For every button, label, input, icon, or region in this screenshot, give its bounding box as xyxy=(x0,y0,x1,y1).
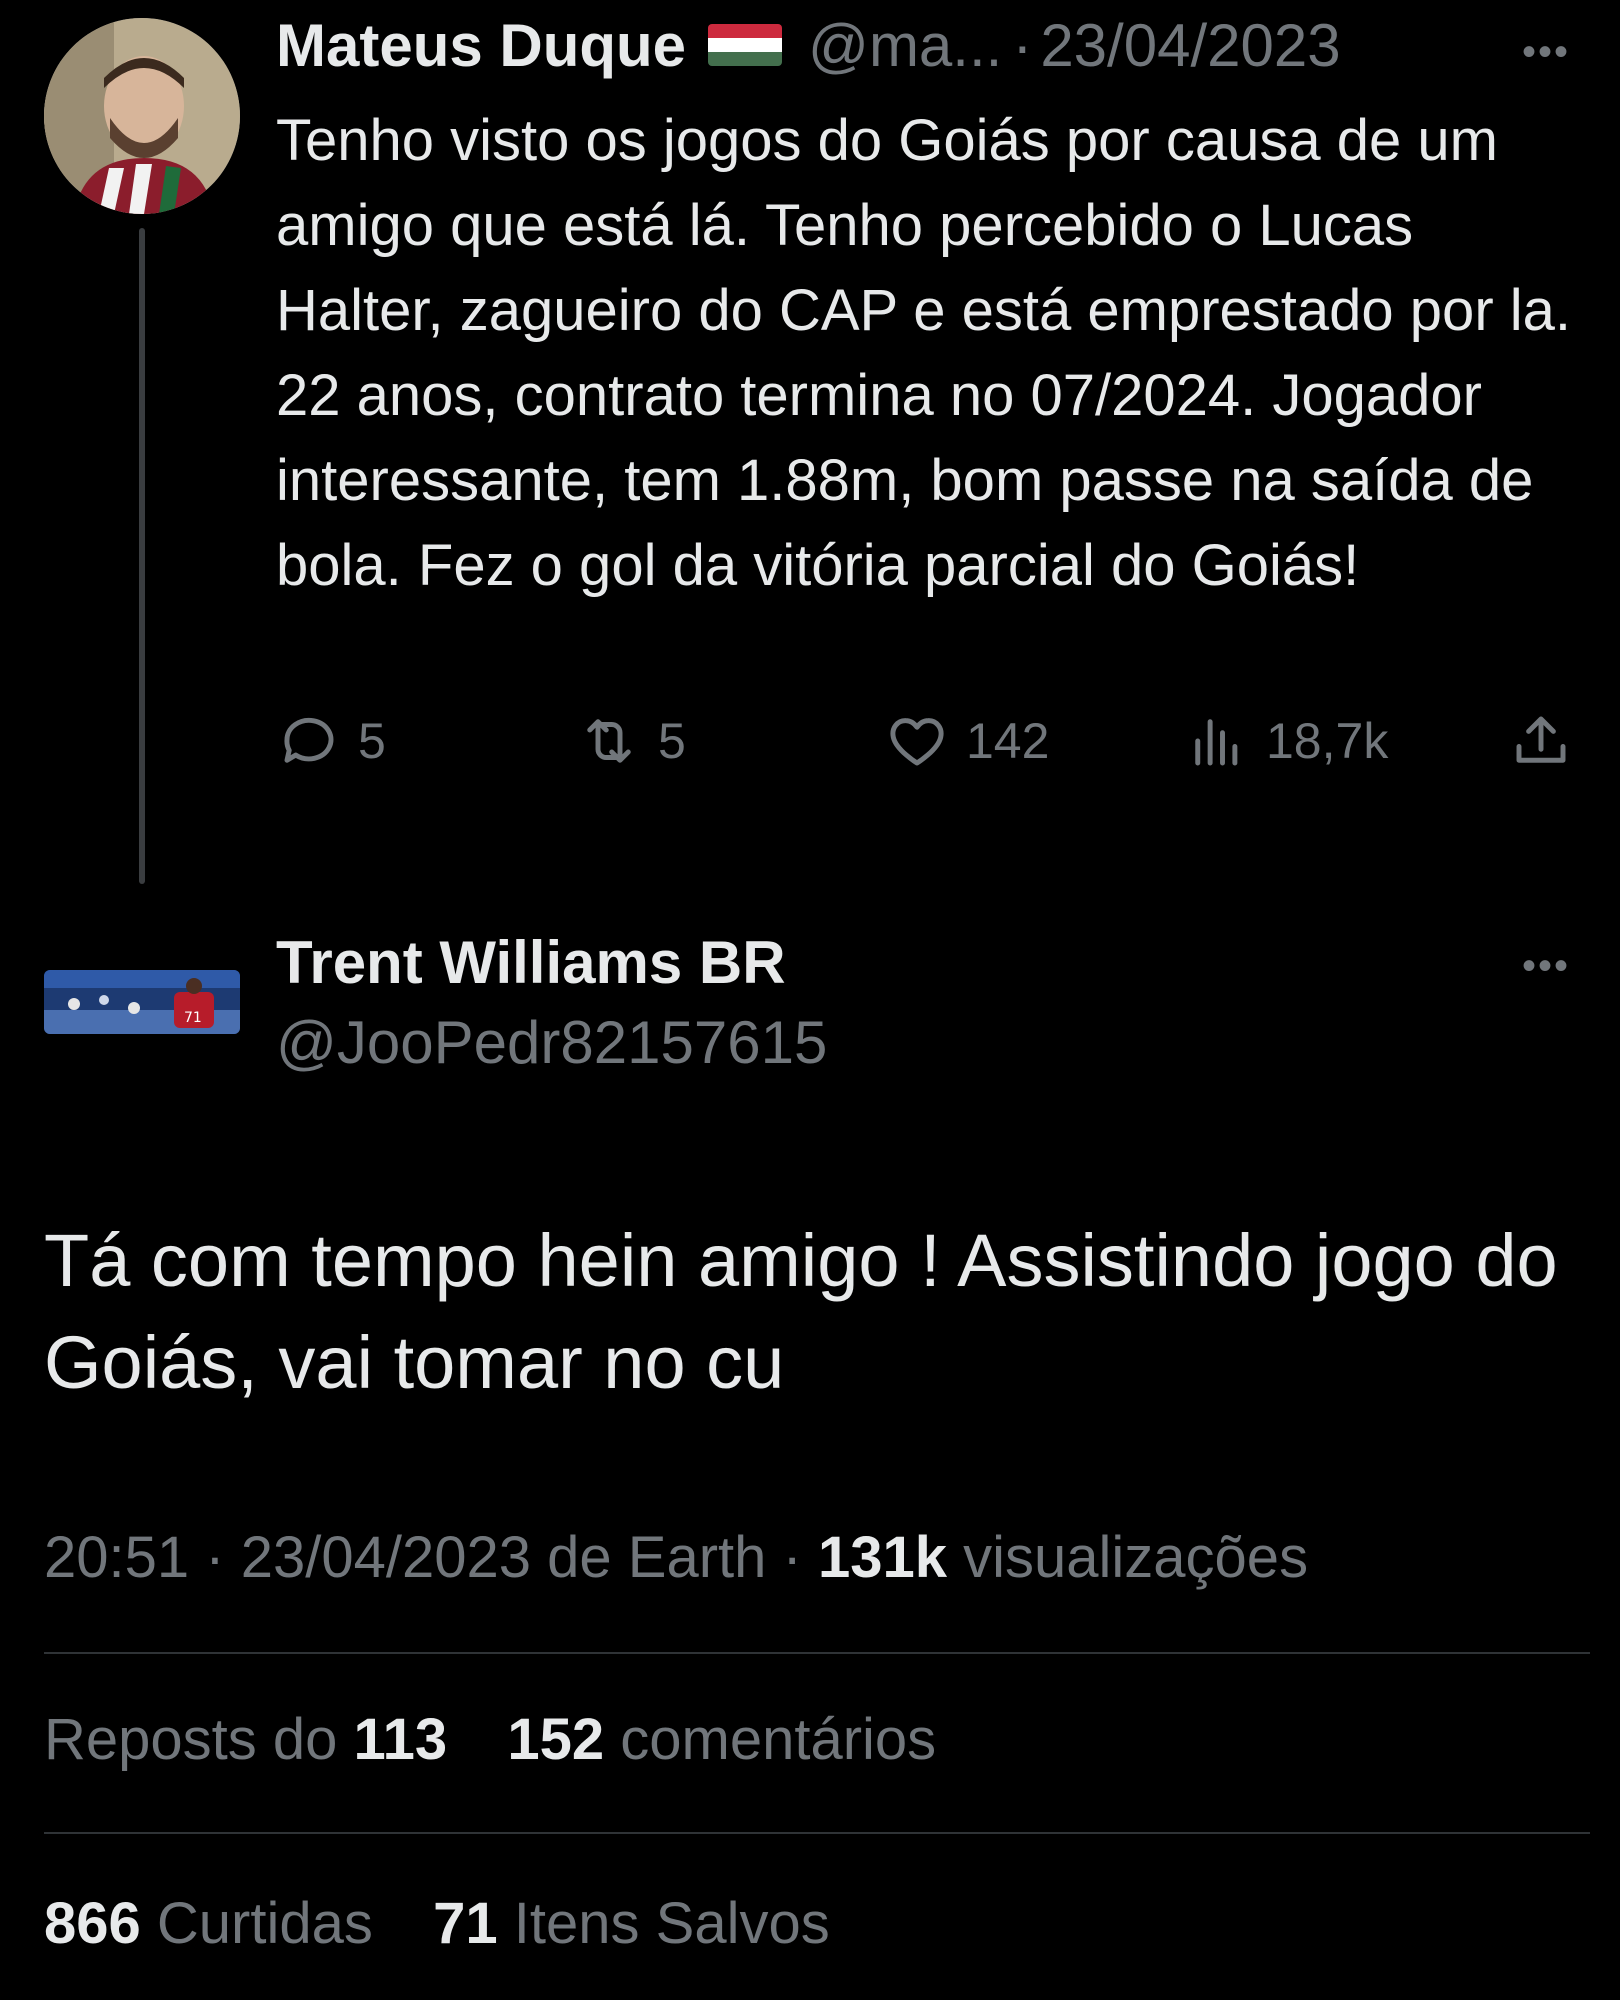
avatar-trent-williams[interactable]: 71 xyxy=(44,970,240,1034)
reply-button[interactable]: 5 xyxy=(276,708,386,774)
tweet-metadata: 20:51 · 23/04/2023 de Earth · 131k visua… xyxy=(44,1524,1308,1591)
views-count: 18,7k xyxy=(1266,713,1389,769)
more-options-icon[interactable]: ••• xyxy=(1522,944,1570,989)
views-button[interactable]: 18,7k xyxy=(1184,708,1388,774)
hungary-flag-icon xyxy=(708,24,783,66)
likes-count: 866 xyxy=(44,1891,141,1956)
divider xyxy=(44,1832,1590,1834)
more-options-icon[interactable]: ••• xyxy=(1522,30,1570,75)
reposts-comments-row: Reposts do 113 152 comentários xyxy=(44,1706,936,1773)
quotes-link[interactable]: Reposts do 113 xyxy=(44,1707,463,1772)
tweet-date[interactable]: 23/04/2023 xyxy=(1040,11,1340,80)
reposts-label: Reposts do xyxy=(44,1707,338,1772)
comments-count: 152 xyxy=(507,1707,605,1772)
parent-tweet-text: Tenho visto os jogos do Goiás por causa … xyxy=(276,108,1572,598)
parent-tweet-header: Mateus Duque @ma... · 23/04/2023 xyxy=(276,10,1341,80)
comments-link[interactable]: 152 comentários xyxy=(507,1707,936,1772)
views-chart-icon xyxy=(1195,719,1238,766)
tweet-date-source[interactable]: 23/04/2023 de Earth xyxy=(241,1525,767,1590)
bookmarks-link[interactable]: 71 Itens Salvos xyxy=(433,1891,830,1956)
reply-icon xyxy=(284,717,334,763)
reply-author-handle[interactable]: @JooPedr82157615 xyxy=(276,1008,827,1077)
divider xyxy=(44,1652,1590,1654)
likes-label: Curtidas xyxy=(156,1891,373,1956)
thread-connector-line xyxy=(139,228,145,884)
reply-tweet-text: Tá com tempo hein amigo ! Assistindo jog… xyxy=(44,1219,1558,1404)
saves-label: Itens Salvos xyxy=(513,1891,830,1956)
repost-count: 5 xyxy=(658,713,686,769)
saves-count: 71 xyxy=(433,1891,498,1956)
author-handle[interactable]: @ma... xyxy=(808,11,1002,80)
heart-icon xyxy=(890,718,944,766)
svg-text:71: 71 xyxy=(184,1010,202,1026)
reply-count: 5 xyxy=(358,713,386,769)
likes-saves-row: 866 Curtidas 71 Itens Salvos xyxy=(44,1890,830,1957)
like-count: 142 xyxy=(966,713,1050,769)
share-icon xyxy=(1516,716,1566,763)
like-button[interactable]: 142 xyxy=(884,708,1049,774)
share-button[interactable] xyxy=(1508,708,1590,774)
separator-dot: · xyxy=(782,1525,802,1590)
views-label: visualizações xyxy=(963,1525,1309,1590)
separator-dot: · xyxy=(205,1525,225,1590)
views-count: 131k xyxy=(817,1525,947,1590)
reply-author-name[interactable]: Trent Williams BR xyxy=(276,928,786,997)
author-name[interactable]: Mateus Duque xyxy=(276,11,686,80)
repost-button[interactable]: 5 xyxy=(576,708,686,774)
avatar-mateus-duque[interactable] xyxy=(44,18,240,214)
comments-label: comentários xyxy=(620,1707,937,1772)
likes-link[interactable]: 866 Curtidas xyxy=(44,1891,389,1956)
reposts-count: 113 xyxy=(353,1707,448,1772)
separator-dot: · xyxy=(1012,11,1033,79)
repost-icon xyxy=(587,719,631,763)
tweet-time[interactable]: 20:51 xyxy=(44,1525,189,1590)
tweet-action-bar: 5 5 142 18,7k xyxy=(276,708,1586,798)
